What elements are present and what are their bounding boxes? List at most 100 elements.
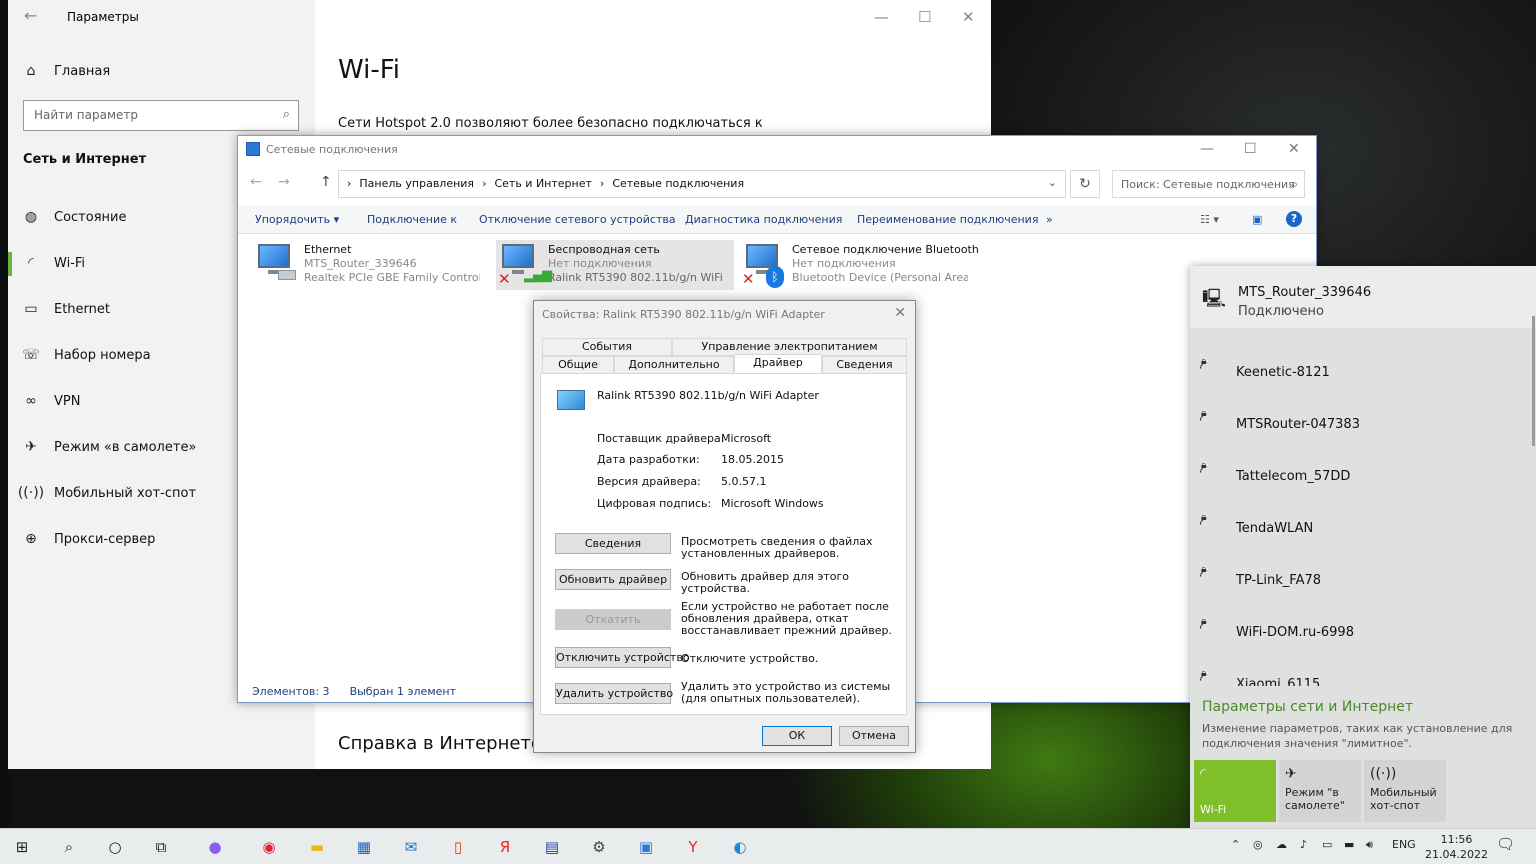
driver-details-button[interactable]: Сведения: [555, 533, 671, 554]
sidebar-item-home[interactable]: ⌂ Главная: [8, 51, 315, 91]
connection-ethernet[interactable]: Ethernet MTS_Router_339646 Realtek PCIe …: [252, 240, 492, 290]
action-description: Удалить это устройство из системы (для о…: [681, 680, 891, 705]
yandex-browser-icon[interactable]: Y: [681, 835, 705, 859]
save-disk-icon[interactable]: ▤: [540, 835, 564, 859]
minimize-icon[interactable]: —: [874, 8, 889, 26]
network-connections-icon[interactable]: ▣: [634, 835, 658, 859]
breadcrumb-separator-icon: ›: [599, 177, 605, 190]
up-arrow-icon[interactable]: ↑: [320, 174, 332, 190]
settings-gear-icon[interactable]: ⚙: [587, 835, 611, 859]
forward-arrow-icon[interactable]: →: [278, 174, 290, 190]
microphone-icon[interactable]: ♪: [1300, 838, 1307, 851]
help-icon[interactable]: ?: [1286, 211, 1302, 227]
volume-icon[interactable]: 🔊︎: [1366, 838, 1373, 852]
more-commands-button[interactable]: »: [1046, 213, 1053, 226]
update-driver-button[interactable]: Обновить драйвер: [555, 569, 671, 590]
prop-value: Microsoft Windows: [721, 497, 824, 510]
quick-action-airplane[interactable]: ✈ Режим "в самолете": [1279, 760, 1361, 822]
wifi-network-item[interactable]: 🔒︎ ◜ Xiaomi_6115: [1190, 660, 1536, 686]
minimize-icon[interactable]: —: [1200, 141, 1214, 157]
yandex-icon[interactable]: Я: [493, 835, 517, 859]
hotspot-icon: ((·)): [1370, 766, 1397, 782]
settings-search-input[interactable]: Найти параметр ⌕: [23, 100, 299, 131]
edge-icon[interactable]: ◐: [728, 835, 752, 859]
diagnose-button[interactable]: Диагностика подключения: [685, 213, 842, 226]
cortana-icon[interactable]: ○: [103, 835, 127, 859]
wifi-signal-icon: ◜: [1200, 670, 1207, 686]
preview-pane-icon[interactable]: ▣: [1252, 213, 1262, 226]
refresh-icon[interactable]: ↻: [1070, 170, 1100, 198]
prop-label: Цифровая подпись:: [597, 497, 712, 510]
sidebar-item-label: Набор номера: [54, 347, 151, 363]
tab-details[interactable]: Сведения: [822, 356, 907, 374]
wifi-network-item[interactable]: 🔒︎ ◜ Keenetic-8121: [1190, 348, 1536, 400]
quick-action-label: Режим "в самолете": [1285, 786, 1345, 812]
battery-icon[interactable]: ▬: [1344, 838, 1354, 851]
back-arrow-icon[interactable]: ←: [24, 6, 37, 25]
current-network[interactable]: 🖳 MTS_Router_339646 Подключено: [1190, 266, 1536, 328]
prop-value: 18.05.2015: [721, 453, 784, 466]
back-arrow-icon[interactable]: ←: [250, 174, 262, 190]
ok-button[interactable]: ОК: [762, 726, 832, 746]
connect-to-button[interactable]: Подключение к: [367, 213, 457, 226]
start-windows-icon[interactable]: ⊞: [10, 835, 34, 859]
chrome-icon[interactable]: ◉: [257, 835, 281, 859]
connection-name: Сетевое подключение Bluetooth: [792, 243, 979, 256]
disable-device-button[interactable]: Отключение сетевого устройства: [479, 213, 676, 226]
breadcrumb-item[interactable]: Сетевые подключения: [612, 177, 744, 190]
rename-button[interactable]: Переименование подключения: [857, 213, 1038, 226]
onedrive-icon[interactable]: ☁: [1276, 838, 1287, 851]
selection-count: Выбран 1 элемент: [349, 685, 456, 698]
wifi-flyout: 🖳 MTS_Router_339646 Подключено 🔒︎ ◜ Keenet…: [1190, 266, 1536, 828]
file-explorer-icon[interactable]: ▬: [305, 835, 329, 859]
language-indicator[interactable]: ENG: [1392, 838, 1416, 851]
connection-wireless[interactable]: ▂▄▆ ✕ Беспроводная сеть Нет подключения R…: [496, 240, 734, 290]
wifi-network-item[interactable]: 🔒︎ ◜ MTSRouter-047383: [1190, 400, 1536, 452]
notifications-icon[interactable]: 🗨︎: [1496, 835, 1515, 853]
task-view-icon[interactable]: ⧉: [149, 835, 173, 859]
tab-general[interactable]: Общие: [542, 356, 614, 374]
maximize-icon[interactable]: ☐: [1244, 141, 1257, 157]
disable-device-button[interactable]: Отключить устройство: [555, 647, 690, 668]
breadcrumb-item[interactable]: Панель управления: [359, 177, 474, 190]
mail-icon[interactable]: ✉: [399, 835, 423, 859]
address-bar[interactable]: › Панель управления › Сеть и Интернет › …: [338, 170, 1066, 198]
connection-device: Bluetooth Device (Personal Area ...: [792, 271, 968, 284]
breadcrumb-item[interactable]: Сеть и Интернет: [494, 177, 591, 190]
quick-action-hotspot[interactable]: ((·)) Мобильный хот-спот: [1364, 760, 1446, 822]
clock[interactable]: 11:56 21.04.2022: [1425, 832, 1488, 862]
meet-now-icon[interactable]: ◎: [1253, 838, 1263, 851]
alice-assistant-icon[interactable]: ●: [203, 835, 227, 859]
organize-menu[interactable]: Упорядочить ▾: [255, 213, 339, 226]
view-options-icon[interactable]: ☷ ▾: [1200, 213, 1219, 226]
store-icon[interactable]: ▦: [352, 835, 376, 859]
uninstall-device-button[interactable]: Удалить устройство: [555, 683, 673, 704]
search-icon[interactable]: ⌕: [57, 835, 81, 859]
wifi-network-item[interactable]: 🔒︎ ◜ WiFi-DOM.ru-6998: [1190, 608, 1536, 660]
wifi-network-item[interactable]: 🔒︎ ◜ Tattelecom_57DD: [1190, 452, 1536, 504]
network-settings-link[interactable]: Параметры сети и Интернет: [1202, 699, 1413, 715]
wifi-network-item[interactable]: 🔒︎ ◜ TP-Link_FA78: [1190, 556, 1536, 608]
sidebar-item-label: Состояние: [54, 209, 127, 225]
network-tray-icon[interactable]: ▭: [1322, 838, 1332, 851]
wifi-network-item[interactable]: 🔒︎ ◜ TendaWLAN: [1190, 504, 1536, 556]
connection-bluetooth[interactable]: ᛒ ✕ Сетевое подключение Bluetooth Нет под…: [740, 240, 990, 290]
action-description: Обновить драйвер для этого устройства.: [681, 570, 850, 595]
wifi-icon: ◜: [1200, 766, 1206, 782]
close-icon[interactable]: ✕: [1288, 141, 1300, 157]
close-icon[interactable]: ✕: [962, 8, 975, 26]
close-icon[interactable]: ✕: [894, 305, 906, 321]
chevron-down-icon[interactable]: ⌄: [1048, 176, 1057, 189]
chevron-up-icon[interactable]: ⌃: [1231, 838, 1240, 851]
cancel-button[interactable]: Отмена: [839, 726, 909, 746]
office-icon[interactable]: ▯: [446, 835, 470, 859]
tab-advanced[interactable]: Дополнительно: [614, 356, 734, 374]
maximize-icon[interactable]: ☐: [918, 8, 931, 26]
explorer-search-input[interactable]: Поиск: Сетевые подключения ⌕: [1112, 170, 1305, 198]
wifi-signal-icon: ◜: [1200, 566, 1207, 586]
proxy-icon: ⊕: [25, 531, 37, 547]
quick-action-wifi[interactable]: ◜ Wi-Fi: [1194, 760, 1276, 822]
tab-events[interactable]: События: [542, 338, 672, 356]
connection-status: MTS_Router_339646: [304, 257, 417, 270]
tab-driver[interactable]: Драйвер: [734, 354, 822, 373]
